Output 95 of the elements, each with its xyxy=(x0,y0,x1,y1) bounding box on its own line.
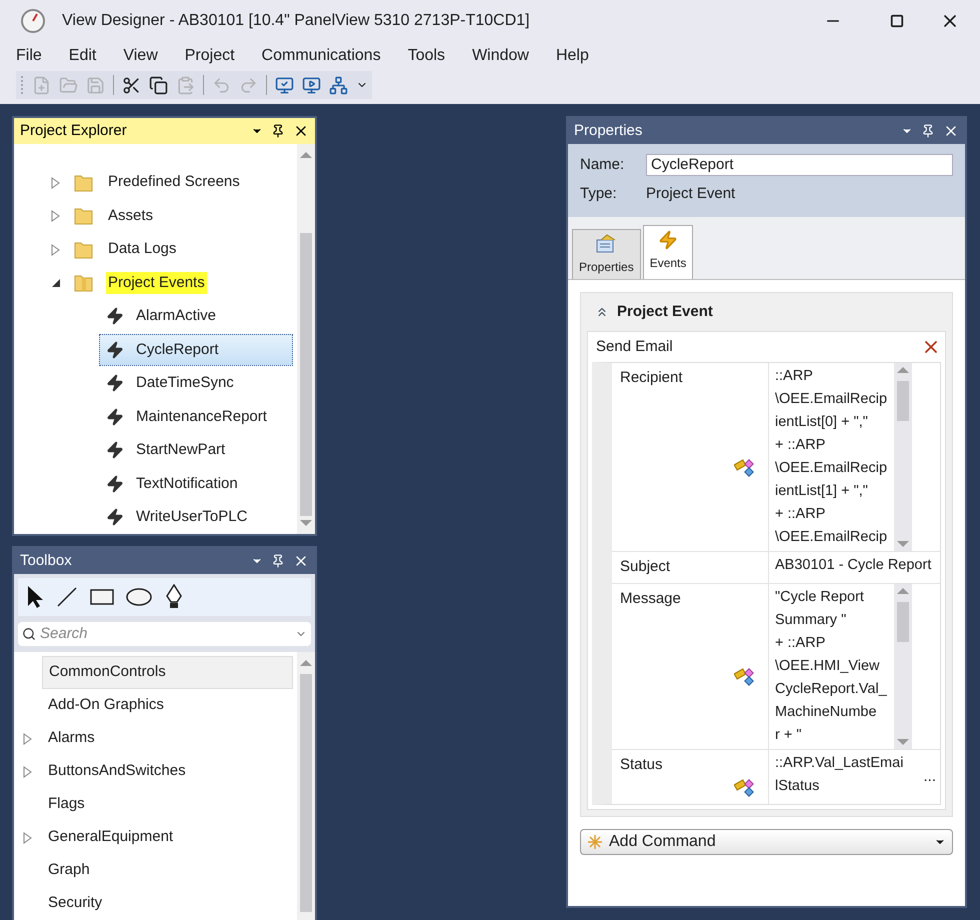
lightning-icon xyxy=(658,230,678,250)
tree-item[interactable]: AlarmActive xyxy=(99,300,293,332)
toolbox-category[interactable]: Security xyxy=(42,887,293,920)
tree-item[interactable]: Assets xyxy=(106,204,156,228)
panel-title: Project Explorer xyxy=(20,120,128,141)
gauge-icon xyxy=(20,8,46,34)
parameter-label: Message xyxy=(620,588,682,608)
pen-icon[interactable] xyxy=(164,584,184,610)
cut-icon[interactable] xyxy=(122,76,141,94)
folder-icon xyxy=(74,240,94,260)
line-icon[interactable] xyxy=(56,586,78,608)
expand-arrow-icon[interactable] xyxy=(23,766,33,778)
parameter-value[interactable]: ::ARP \OEE.EmailRecip ientList[0] + "," + ::ARP \OEE.EmailRecip ientList[1] + "," + ::ARP \OEE.EmailRecip xyxy=(775,363,894,551)
pin-icon[interactable] xyxy=(921,124,935,138)
parameter-value[interactable]: "Cycle Report Summary " + ::ARP \OEE.HMI_View CycleReport.Val_ MachineNumbe r + " xyxy=(775,584,894,748)
name-field[interactable]: CycleReport xyxy=(646,154,953,176)
section-title: Project Event xyxy=(617,302,713,322)
expand-arrow-icon[interactable] xyxy=(51,210,61,222)
expand-arrow-icon[interactable] xyxy=(23,832,33,844)
menu-item[interactable]: Help xyxy=(556,44,589,68)
scrollbar[interactable] xyxy=(297,144,315,534)
tree-item[interactable]: TextNotification xyxy=(99,468,293,500)
window-title: View Designer - AB30101 [10.4" PanelView 5310 2713P-T10CD1] xyxy=(62,11,530,31)
collapse-arrow-icon[interactable] xyxy=(51,278,61,288)
menu-item[interactable]: File xyxy=(16,44,42,68)
lightning-icon xyxy=(106,508,124,526)
search-box[interactable]: Search xyxy=(18,622,311,646)
copy-icon[interactable] xyxy=(149,76,168,94)
menu-item[interactable]: Communications xyxy=(262,44,381,68)
monitor-play-icon[interactable] xyxy=(302,76,321,94)
parameter-value[interactable]: AB30101 - Cycle Report xyxy=(775,552,940,582)
tree-item[interactable]: CycleReport xyxy=(99,334,293,366)
command-title: Send Email xyxy=(596,336,674,357)
add-command-dropdown[interactable]: Add Command xyxy=(580,829,953,855)
menu-item[interactable]: Project xyxy=(184,44,235,68)
toolbox-category[interactable]: GeneralEquipment xyxy=(42,821,293,854)
maximize-icon[interactable] xyxy=(890,14,904,28)
parameter-label: Recipient xyxy=(620,368,684,388)
browse-button[interactable]: ... xyxy=(919,766,940,788)
lightning-icon xyxy=(106,374,124,392)
scrollbar[interactable] xyxy=(894,584,912,748)
lightning-icon xyxy=(106,307,124,326)
lightning-icon xyxy=(106,340,124,359)
open-folder-icon xyxy=(74,272,94,293)
ellipse-icon[interactable] xyxy=(126,588,152,606)
property-sheet-icon xyxy=(595,234,618,254)
toolbox-category[interactable]: Add-On Graphics xyxy=(42,689,293,722)
field-label: Type: xyxy=(580,184,618,204)
tree-item[interactable]: StartNewPart xyxy=(99,434,293,466)
blocks-icon[interactable] xyxy=(734,777,756,799)
toolbox-category[interactable]: Graph xyxy=(42,854,293,887)
panel-title: Properties xyxy=(574,120,644,141)
sparkle-icon xyxy=(587,834,603,850)
lightning-icon xyxy=(106,408,124,426)
search-icon[interactable] xyxy=(22,627,36,641)
monitor-check-icon[interactable] xyxy=(275,76,294,94)
lightning-icon xyxy=(106,441,124,460)
expand-arrow-icon[interactable] xyxy=(51,244,61,256)
type-value: Project Event xyxy=(646,184,736,204)
blocks-icon[interactable] xyxy=(734,457,756,480)
menu-item[interactable]: Window xyxy=(472,44,529,68)
panel-title: Toolbox xyxy=(20,550,73,571)
folder-icon xyxy=(74,172,94,193)
tree-item[interactable]: MaintenanceReport xyxy=(99,401,293,433)
menu-item[interactable]: Tools xyxy=(408,44,446,68)
rectangle-icon[interactable] xyxy=(90,589,114,605)
toolbox-category[interactable]: Alarms xyxy=(42,722,293,755)
expand-arrow-icon[interactable] xyxy=(51,176,61,189)
pin-icon[interactable] xyxy=(271,124,285,138)
scrollbar[interactable] xyxy=(894,363,912,551)
blocks-icon[interactable] xyxy=(734,666,756,688)
parameter-value[interactable]: ::ARP.Val_LastEmai lStatus xyxy=(775,750,920,804)
parameter-label: Subject xyxy=(620,557,672,577)
network-icon[interactable] xyxy=(329,76,348,94)
tree-item[interactable]: Predefined Screens xyxy=(106,171,242,194)
toolbox-category[interactable]: ButtonsAndSwitches xyxy=(42,755,293,788)
toolbox-category[interactable]: Flags xyxy=(42,788,293,821)
tab[interactable]: Properties xyxy=(572,229,641,279)
menu-item[interactable]: View xyxy=(123,44,158,68)
pin-icon[interactable] xyxy=(271,554,285,568)
pointer-icon[interactable] xyxy=(26,585,44,609)
menu-item[interactable]: Edit xyxy=(68,44,96,68)
field-label: Name: xyxy=(580,155,626,175)
toolbox-category[interactable]: CommonControls xyxy=(42,656,293,689)
tree-item[interactable]: DateTimeSync xyxy=(99,368,293,400)
expand-arrow-icon[interactable] xyxy=(23,732,33,744)
grip-icon[interactable] xyxy=(20,75,24,95)
folder-icon xyxy=(74,206,94,226)
lightning-icon xyxy=(106,474,124,493)
tab[interactable]: Events xyxy=(642,225,694,279)
tree-item[interactable]: Project Events xyxy=(106,272,207,294)
tree-item[interactable]: Data Logs xyxy=(106,238,178,261)
scrollbar[interactable] xyxy=(297,652,315,920)
parameter-label: Status xyxy=(620,754,664,774)
tree-item[interactable]: WriteUserToPLC xyxy=(99,502,293,534)
